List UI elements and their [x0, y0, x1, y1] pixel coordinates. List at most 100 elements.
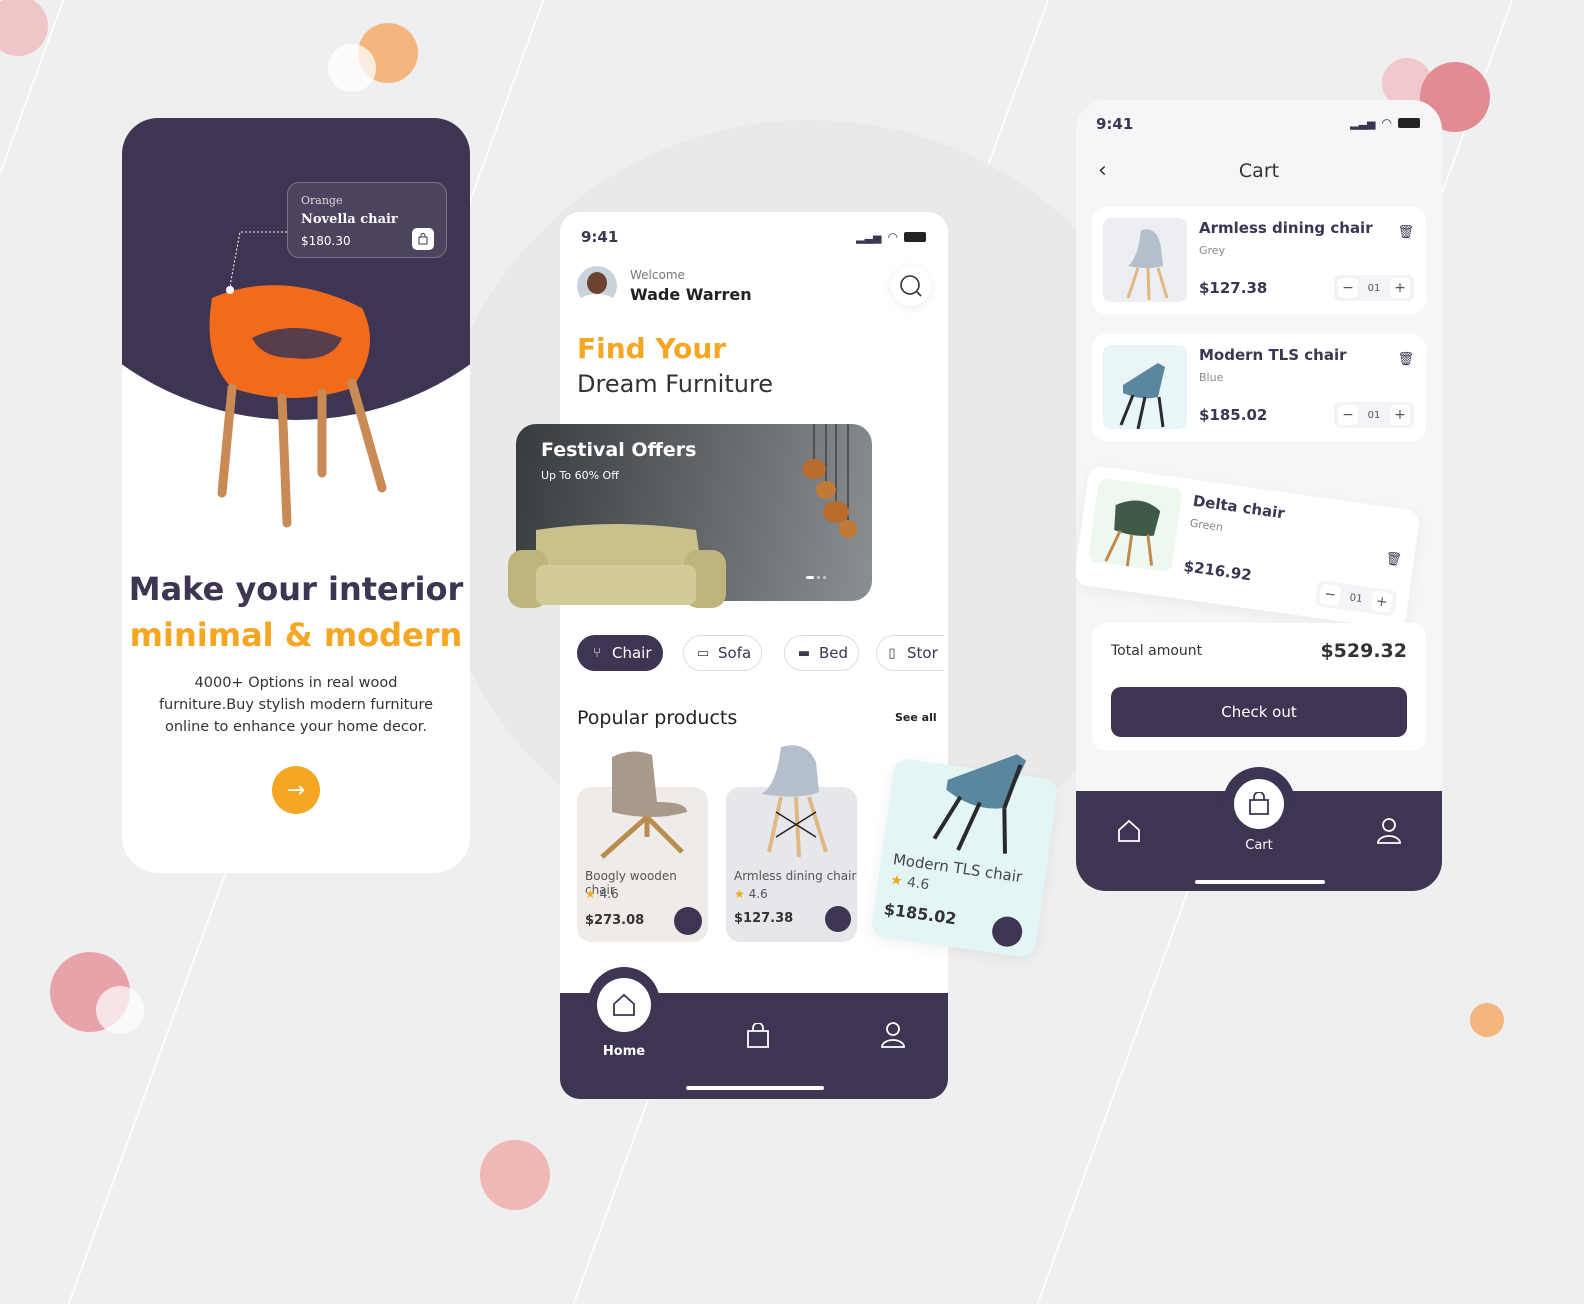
- delete-button[interactable]: 🗑: [1397, 348, 1414, 367]
- decrement-button[interactable]: −: [1318, 583, 1342, 606]
- background-line: [0, 0, 137, 1304]
- signal-icon: ▂▃▅: [1350, 116, 1376, 130]
- delete-button[interactable]: 🗑: [1397, 221, 1414, 240]
- chip-label: Sofa: [718, 644, 752, 662]
- quantity-stepper: −01 +: [1334, 275, 1414, 301]
- item-price: $127.38: [1199, 279, 1268, 297]
- chair-icon: ⑂: [593, 645, 601, 661]
- product-rating: 4.6: [905, 874, 931, 894]
- cart-item: Modern TLS chair Blue $185.02 🗑 −01 +: [1092, 334, 1426, 441]
- add-to-cart-button[interactable]: [990, 914, 1025, 949]
- add-to-cart-button[interactable]: [825, 906, 851, 932]
- add-to-cart-button[interactable]: [674, 907, 702, 935]
- storage-icon: ▯: [888, 645, 896, 661]
- item-price: $216.92: [1182, 557, 1253, 585]
- checkout-button[interactable]: Check out: [1111, 687, 1407, 737]
- item-color: Blue: [1199, 371, 1224, 384]
- nav-home-label: Home: [602, 1044, 646, 1059]
- product-card-featured[interactable]: Modern TLS chair ★ 4.6 $185.02: [870, 754, 1059, 959]
- trash-icon: 🗑: [1384, 551, 1403, 569]
- cart-item-dragging[interactable]: Delta chair Green $216.92 🗑 −01 +: [1076, 465, 1421, 631]
- total-label: Total amount: [1111, 643, 1203, 659]
- home-indicator: [1195, 880, 1325, 884]
- decor-circle: [480, 1140, 550, 1210]
- decor-circle: [1470, 1003, 1504, 1037]
- search-icon: [900, 275, 922, 297]
- page-title: Find Your: [577, 332, 727, 365]
- item-price: $185.02: [1199, 406, 1268, 424]
- lamps-image: [802, 424, 857, 538]
- cart-screen: 9:41 ▂▃▅ ◠ ‹ Cart Armless dining chair Gr…: [1076, 100, 1442, 891]
- trash-icon: 🗑: [1397, 225, 1414, 240]
- search-button[interactable]: [891, 266, 931, 306]
- banner-title: Festival Offers: [541, 439, 697, 461]
- onboarding-screen: Orange Novella chair $180.30 Make your i…: [122, 118, 470, 873]
- category-sofa[interactable]: ▭ Sofa: [683, 635, 763, 671]
- page-title: Cart: [1238, 160, 1280, 182]
- carousel-dots[interactable]: [806, 576, 826, 579]
- decrement-button[interactable]: −: [1338, 405, 1358, 425]
- home-screen: 9:41 ▂▃▅ ◠ Welcome Wade Warren Find Your …: [560, 212, 948, 1099]
- status-icons: ▂▃▅ ◠: [856, 230, 926, 244]
- user-icon[interactable]: [880, 1021, 906, 1049]
- product-card[interactable]: Boogly wooden chair ★ 4.6 $273.08: [577, 751, 708, 942]
- home-indicator: [686, 1086, 824, 1090]
- increment-button[interactable]: +: [1389, 405, 1410, 425]
- product-card[interactable]: Armless dining chair ★ 4.6 $127.38: [726, 745, 857, 942]
- decrement-button[interactable]: −: [1338, 278, 1358, 298]
- hotspot-connector: [230, 231, 288, 287]
- bag-icon: [1249, 792, 1269, 815]
- increment-button[interactable]: +: [1370, 590, 1394, 614]
- chip-label: Chair: [612, 644, 652, 662]
- status-time: 9:41: [1096, 115, 1134, 133]
- quantity-value: 01: [1367, 282, 1381, 294]
- arrow-right-icon: →: [286, 777, 306, 803]
- nav-home[interactable]: [597, 978, 651, 1032]
- item-image: [1103, 218, 1187, 302]
- trash-icon: 🗑: [1397, 352, 1414, 367]
- item-name: Armless dining chair: [1199, 219, 1373, 237]
- section-title: Popular products: [577, 707, 738, 729]
- headline: Make your interior: [128, 570, 464, 608]
- star-icon: ★: [734, 887, 745, 901]
- next-button[interactable]: →: [272, 766, 320, 814]
- bag-icon[interactable]: [412, 228, 434, 250]
- product-image: [600, 751, 687, 859]
- wifi-icon: ◠: [1381, 116, 1392, 130]
- nav-cart-label: Cart: [1245, 838, 1273, 853]
- user-icon[interactable]: [1376, 817, 1402, 845]
- headline-accent: minimal & modern: [129, 616, 463, 654]
- quantity-value: 01: [1348, 591, 1364, 605]
- category-bed[interactable]: ▬ Bed: [784, 635, 860, 671]
- bottom-nav: Cart: [1076, 767, 1442, 891]
- nav-cart[interactable]: [1234, 779, 1284, 829]
- bag-icon[interactable]: [745, 1023, 771, 1049]
- avatar[interactable]: [577, 266, 617, 306]
- quantity-stepper: −01 +: [1314, 579, 1398, 617]
- signal-icon: ▂▃▅: [856, 230, 882, 244]
- see-all-link[interactable]: See all: [895, 711, 937, 724]
- sofa-image: [508, 524, 726, 608]
- cart-item: Armless dining chair Grey $127.38 🗑 −01 +: [1092, 207, 1426, 314]
- wifi-icon: ◠: [887, 230, 898, 244]
- bottom-nav: Home: [560, 967, 948, 1099]
- welcome-label: Welcome: [630, 268, 685, 282]
- total-value: $529.32: [1320, 640, 1407, 662]
- bed-icon: ▬: [797, 645, 811, 661]
- sofa-icon: ▭: [696, 645, 710, 661]
- product-name: Armless dining chair: [734, 869, 857, 883]
- status-icons: ▂▃▅ ◠: [1350, 116, 1420, 130]
- product-tooltip[interactable]: Orange Novella chair $180.30: [287, 182, 447, 258]
- tooltip-price: $180.30: [301, 234, 351, 248]
- product-price: $273.08: [585, 913, 645, 928]
- category-chair[interactable]: ⑂ Chair: [577, 635, 663, 671]
- decor-circle: [0, 0, 48, 56]
- chip-label: Stor: [907, 644, 938, 662]
- quantity-value: 01: [1367, 409, 1381, 421]
- category-storage[interactable]: ▯ Stor: [876, 635, 944, 671]
- increment-button[interactable]: +: [1389, 278, 1410, 298]
- home-icon[interactable]: [1116, 818, 1142, 844]
- quantity-stepper: −01 +: [1334, 402, 1414, 428]
- user-name: Wade Warren: [630, 285, 752, 304]
- delete-button[interactable]: 🗑: [1384, 547, 1403, 568]
